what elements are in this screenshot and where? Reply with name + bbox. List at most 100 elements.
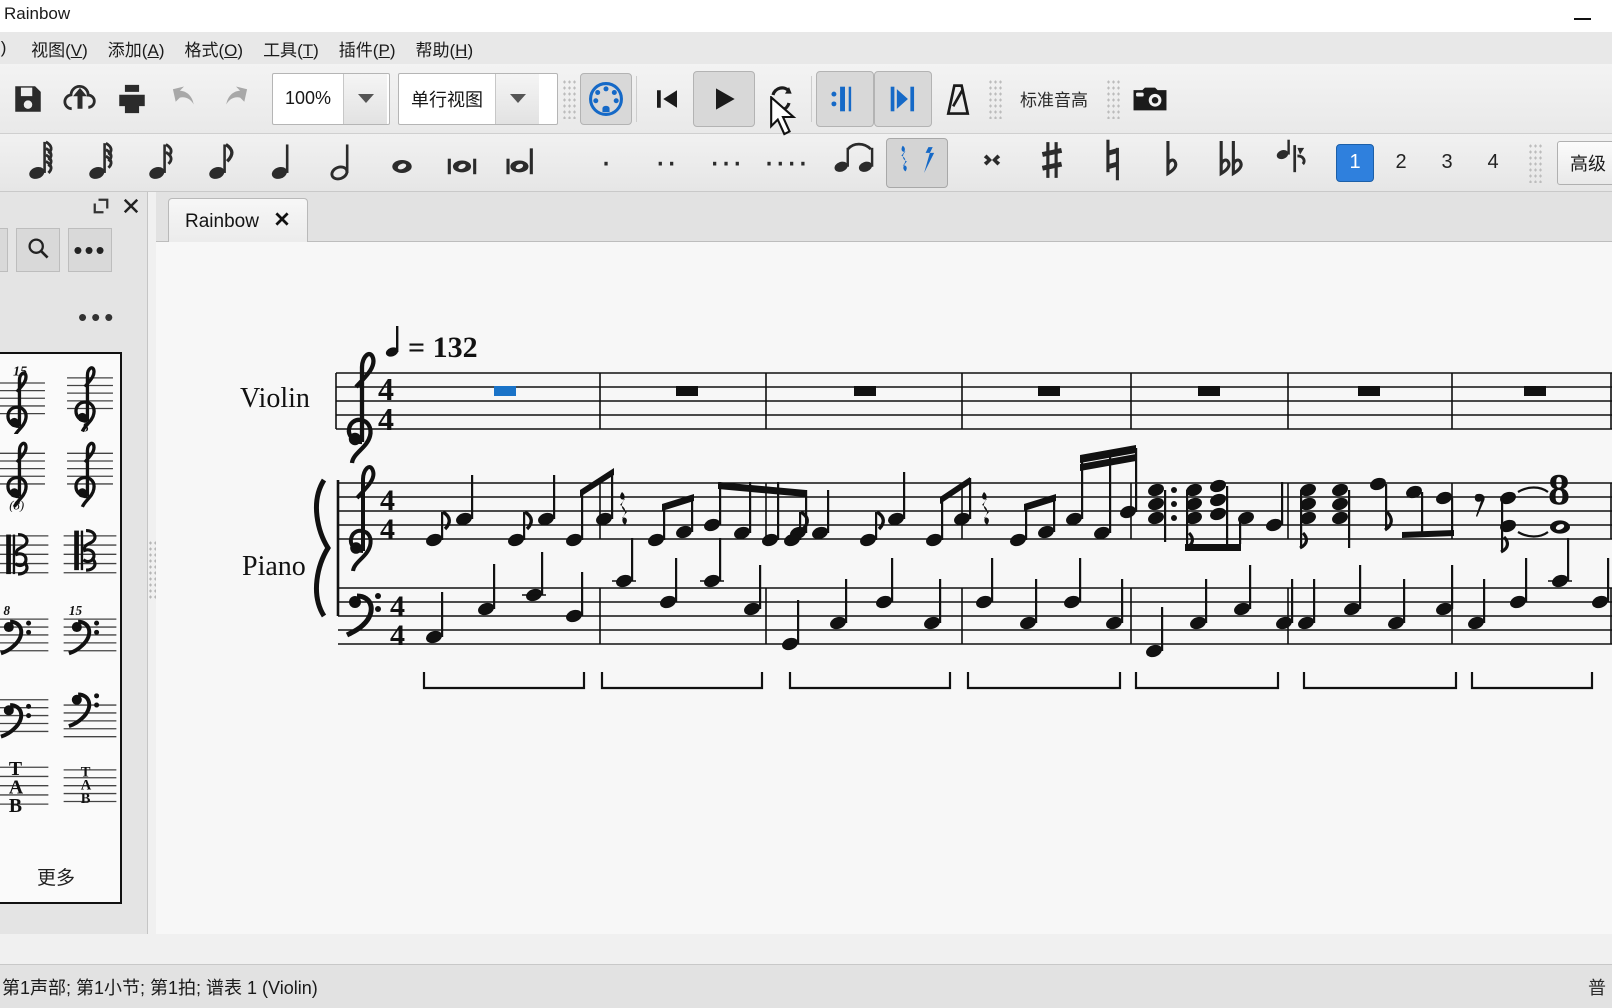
cloud-upload-icon [62,82,98,116]
voice-1-label: 1 [1349,151,1361,173]
view-mode-combo[interactable]: 单行视图 [398,72,558,125]
score-tab-rainbow[interactable]: Rainbow [168,198,308,244]
voice-2-button[interactable]: 2 [1382,144,1420,182]
play-button[interactable] [693,70,755,127]
save-button[interactable] [2,73,54,125]
double-sharp-button[interactable] [962,139,1022,187]
toolbar-gripper[interactable] [562,78,576,119]
zoom-combo[interactable]: 100% [272,72,390,125]
double-flat-button[interactable] [1202,139,1262,187]
duration-longa[interactable] [492,139,552,187]
toolbar-gripper-3[interactable] [1106,78,1120,119]
voice-4-button[interactable]: 4 [1474,144,1512,182]
redo-button[interactable] [210,73,262,125]
sharp-button[interactable] [1022,139,1082,187]
duration-quarter[interactable] [252,139,312,187]
zoom-dropdown-arrow[interactable] [343,73,388,124]
duration-16th[interactable] [132,139,192,187]
menu-item-clipped[interactable]: ) [0,35,21,61]
undo-button[interactable] [158,73,210,125]
metronome-icon [943,82,973,116]
clef-treble-8vb-paren[interactable] [56,436,120,514]
measure-brackets [422,672,1594,690]
svg-text:8: 8 [82,420,89,434]
double-sharp-icon [977,145,1007,180]
clef-treble-15ma[interactable]: 15 [0,358,56,436]
status-bar: 第1声部; 第1小节; 第1拍; 谱表 1 (Violin) 普 [0,964,1612,1008]
image-capture-button[interactable] [1124,73,1176,125]
view-mode-dropdown-arrow[interactable] [495,73,539,124]
flat-button[interactable] [1142,139,1202,187]
rest-button[interactable] [886,137,948,188]
natural-button[interactable] [1082,139,1142,187]
note-16th-icon [145,138,179,187]
clef-treble-8vb[interactable]: (8) [0,436,56,514]
dot-2[interactable]: ·· [636,139,696,187]
camera-icon [1131,84,1169,114]
dot-double-icon: ·· [654,143,678,182]
menu-item-add[interactable]: 添加(A) [98,33,175,64]
close-icon[interactable] [273,210,291,234]
tie-button[interactable] [826,139,886,187]
duration-whole[interactable] [372,139,432,187]
palette-more-button[interactable]: ••• [68,228,112,272]
clef-alto[interactable] [0,514,56,592]
metronome-button[interactable] [932,73,984,125]
clef-tenor[interactable] [56,514,120,592]
play-chord-symbols-button[interactable] [874,70,932,127]
print-button[interactable] [106,73,158,125]
toolbar-gripper-4[interactable] [1528,142,1542,183]
note-half-icon [327,138,357,187]
menu-item-format[interactable]: 格式(O) [174,33,253,64]
palette-overflow-icon[interactable]: ••• [78,304,117,330]
duration-8th[interactable] [192,139,252,187]
voice-3-button[interactable]: 3 [1428,144,1466,182]
flip-direction-icon [1273,137,1311,188]
duration-64th[interactable] [12,139,72,187]
menu-item-plugins[interactable]: 插件(P) [329,33,406,64]
clef-bass-alt[interactable] [56,670,120,748]
piano-rh-time-bottom: 4 [380,513,395,546]
loop-button[interactable] [755,73,807,125]
more-options-icon: ••• [73,234,107,265]
menu-item-view[interactable]: 视图(V) [21,33,98,64]
dot-3[interactable]: ··· [696,139,756,187]
clef-bass-8vb[interactable]: 8 [0,592,56,670]
undock-icon[interactable] [91,196,111,216]
undo-icon [166,82,202,116]
clef-bass[interactable] [0,670,56,748]
flip-direction-button[interactable] [1262,139,1322,187]
duration-half[interactable] [312,139,372,187]
rewind-button[interactable] [641,73,693,125]
voice-1-button[interactable]: 1 [1336,143,1374,182]
palette-filter-button[interactable] [0,228,8,272]
violin-rest-m4 [1038,386,1060,396]
close-icon[interactable] [121,196,141,216]
violin-staff-lines [336,372,1612,430]
palette-splitter[interactable] [148,540,156,600]
clef-tab-large[interactable]: T A B [0,748,56,826]
dot-4[interactable]: ···· [756,139,816,187]
clef-tab-small[interactable]: T A B [56,748,120,826]
note-32nd-icon [85,138,119,187]
palette-more-label[interactable]: 更多 [0,863,120,890]
menu-item-tools[interactable]: 工具(T) [253,33,329,64]
chevron-down-icon [357,94,374,103]
menu-item-help[interactable]: 帮助(H) [405,33,483,64]
advanced-workspace-combo[interactable]: 高级 ( [1557,140,1612,185]
clef-bass-15mb[interactable]: 15 [56,592,120,670]
save-online-button[interactable] [54,73,106,125]
duration-32nd[interactable] [72,139,132,187]
piano-lh-measure-3 [780,558,942,653]
palette-search-button[interactable] [16,228,60,272]
menu-key-plugins: P [378,40,390,60]
clef-treble-8va-plain[interactable]: 8 [56,358,120,436]
dot-1[interactable]: · [576,139,636,187]
toolbar-gripper-2[interactable] [988,78,1002,119]
piano-lh-time-bottom: 4 [390,619,405,652]
note-input-toggle[interactable] [580,72,632,125]
minimize-button[interactable] [1568,6,1598,28]
play-repeats-button[interactable] [816,70,874,127]
score-canvas[interactable]: = 132 Violin 4 4 Piano 4 4 4 4 8 [156,242,1612,934]
duration-breve[interactable] [432,139,492,187]
